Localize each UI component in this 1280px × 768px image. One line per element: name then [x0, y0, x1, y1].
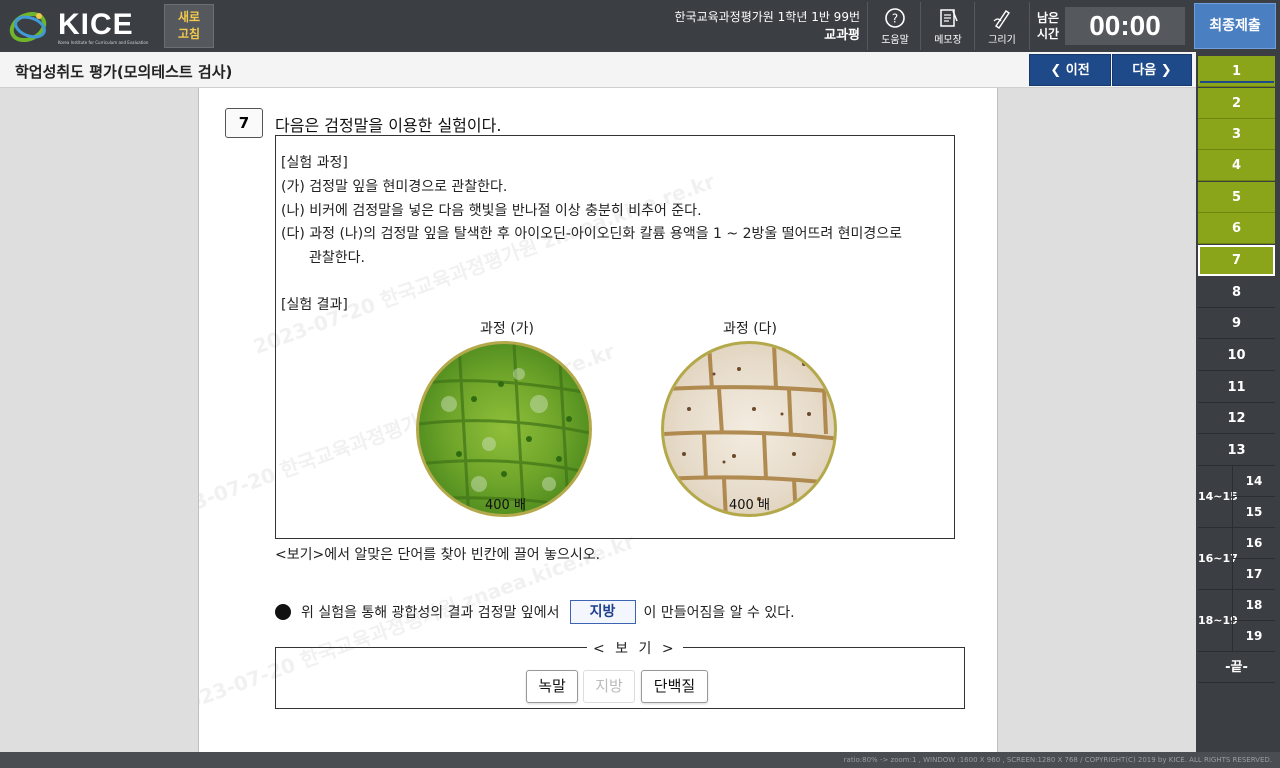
- title-bar: 학업성취도 평가(모의테스트 검사) ❮ 이전 다음 ❯: [0, 52, 1196, 88]
- qnav-item-15[interactable]: 15: [1232, 497, 1275, 528]
- experiment-box: [실험 과정] (가) 검정말 잎을 현미경으로 관찰한다. (나) 비커에 검…: [275, 135, 955, 539]
- procedure-heading: [실험 과정]: [281, 155, 348, 171]
- qnav-item-18[interactable]: 18: [1232, 590, 1275, 621]
- memo-icon: [940, 9, 958, 27]
- qnav-item-10[interactable]: 10: [1198, 340, 1275, 371]
- final-submit-button[interactable]: 최종제출: [1194, 3, 1276, 49]
- page-title: 학업성취도 평가(모의테스트 검사): [15, 63, 233, 81]
- choice-chip-starch[interactable]: 녹말: [526, 670, 578, 703]
- sentence-before-blank: 위 실험을 통해 광합성의 결과 검정말 잎에서: [301, 605, 560, 621]
- logo-swoosh-icon: [9, 11, 47, 43]
- qnav-item-6[interactable]: 6: [1198, 213, 1275, 244]
- bullet-icon: [275, 604, 291, 620]
- svg-text:?: ?: [892, 12, 898, 26]
- qnav-group-label: 16~17: [1198, 552, 1238, 565]
- qnav-group-18-19: 18~19 18 19: [1198, 590, 1275, 652]
- choices-box: < 보 기 > 녹말 지방 단백질: [275, 638, 965, 709]
- qnav-item-12[interactable]: 12: [1198, 403, 1275, 434]
- qnav-group-14-15: 14~15 14 15: [1198, 466, 1275, 528]
- caption-process-da: 과정 (다): [723, 321, 778, 337]
- procedure-step: (가) 검정말 잎을 현미경으로 관찰한다.: [281, 179, 508, 195]
- refresh-label-line1: 새로: [177, 10, 201, 24]
- qnav-item-8[interactable]: 8: [1198, 277, 1275, 308]
- status-footer: ratio:80% -> zoom:1 , WINDOW :1600 X 960…: [0, 752, 1280, 768]
- refresh-label-line2: 고침: [177, 27, 201, 41]
- question-number: 7: [225, 108, 263, 138]
- answer-blank-dropzone[interactable]: 지방: [569, 600, 636, 624]
- qnav-item-5[interactable]: 5: [1198, 182, 1275, 213]
- procedure-step: (다) 과정 (나)의 검정말 잎을 탈색한 후 아이오딘-아이오딘화 칼륨 용…: [281, 226, 903, 242]
- magnification-left: 400 배: [485, 498, 526, 513]
- question-paper: 2023-07-20 한국교육과정평가원 znaea.kice.re.kr 20…: [198, 88, 998, 752]
- next-button[interactable]: 다음 ❯: [1112, 54, 1192, 86]
- qnav-item-2[interactable]: 2: [1198, 88, 1275, 119]
- prev-button[interactable]: ❮ 이전: [1029, 54, 1111, 86]
- qnav-end[interactable]: -끝-: [1198, 652, 1275, 683]
- procedure-step: (나) 비커에 검정말을 넣은 다음 햇빛을 반나절 이상 충분히 비추어 준다…: [281, 203, 702, 219]
- memo-button[interactable]: 메모장: [921, 2, 975, 50]
- remaining-label-line1: 남은: [1036, 11, 1060, 25]
- question-navigator: 1 2 3 4 5 6 7 8 9 10 11 12 13 14~15 14 1…: [1196, 52, 1280, 752]
- leaf-cells-stained-image: [664, 344, 834, 514]
- microscope-image-chloroplasts: [416, 341, 592, 517]
- procedure-step-continued: 관찰한다.: [309, 250, 365, 266]
- subject-name: 교과평: [824, 28, 860, 43]
- refresh-button[interactable]: 새로 고침: [164, 4, 214, 48]
- microscope-image-stained: [661, 341, 837, 517]
- magnification-right: 400 배: [729, 498, 770, 513]
- qnav-item-7[interactable]: 7: [1198, 245, 1275, 276]
- examinee-info: 한국교육과정평가원 1학년 1반 99번 교과평: [674, 9, 860, 45]
- tool-divider: [1029, 2, 1030, 50]
- qnav-item-9[interactable]: 9: [1198, 308, 1275, 339]
- qnav-item-13[interactable]: 13: [1198, 435, 1275, 466]
- qnav-item-19[interactable]: 19: [1232, 621, 1275, 652]
- qnav-item-16[interactable]: 16: [1232, 528, 1275, 559]
- qnav-first-indicator: [1200, 81, 1274, 83]
- qnav-item-11[interactable]: 11: [1198, 372, 1275, 403]
- pen-icon: [993, 10, 1010, 29]
- logo-text: KICE: [58, 8, 134, 41]
- qnav-group-label: 18~19: [1198, 614, 1238, 627]
- logo-subtitle: Korea Institute for Curriculum and Evalu…: [58, 40, 149, 45]
- help-icon: ?: [885, 8, 905, 28]
- qnav-group-label: 14~15: [1198, 490, 1238, 503]
- remaining-label-line2: 시간: [1036, 27, 1060, 41]
- memo-label: 메모장: [934, 35, 962, 46]
- qnav-item-4[interactable]: 4: [1198, 150, 1275, 181]
- draw-label: 그리기: [988, 35, 1016, 46]
- help-button[interactable]: ? 도움말: [868, 2, 922, 50]
- result-heading: [실험 결과]: [281, 297, 348, 313]
- qnav-item-14[interactable]: 14: [1232, 466, 1275, 497]
- choice-chip-protein[interactable]: 단백질: [641, 670, 708, 703]
- choice-chip-fat: 지방: [583, 670, 635, 703]
- qnav-item-3[interactable]: 3: [1198, 119, 1275, 150]
- qnav-group-16-17: 16~17 16 17: [1198, 528, 1275, 590]
- remaining-time-label: 남은 시간: [1036, 10, 1060, 42]
- leaf-cells-green-image: [419, 344, 589, 514]
- help-label: 도움말: [881, 35, 909, 46]
- answer-sentence: 위 실험을 통해 광합성의 결과 검정말 잎에서 지방 이 만들어짐을 알 수 …: [275, 600, 795, 624]
- question-stem: 다음은 검정말을 이용한 실험이다.: [275, 116, 502, 135]
- drag-instruction: <보기>에서 알맞은 단어를 찾아 빈칸에 끌어 놓으시오.: [275, 547, 601, 563]
- examinee-id: 한국교육과정평가원 1학년 1반 99번: [674, 10, 860, 24]
- caption-process-ga: 과정 (가): [480, 321, 535, 337]
- kice-logo: KICE Korea Institute for Curriculum and …: [8, 6, 148, 48]
- qnav-item-17[interactable]: 17: [1232, 559, 1275, 590]
- timer-display: 00:00: [1065, 7, 1185, 45]
- top-bar: KICE Korea Institute for Curriculum and …: [0, 0, 1280, 52]
- draw-button[interactable]: 그리기: [975, 2, 1029, 50]
- sentence-after-blank: 이 만들어짐을 알 수 있다.: [643, 605, 795, 621]
- choices-title: < 보 기 >: [587, 638, 683, 658]
